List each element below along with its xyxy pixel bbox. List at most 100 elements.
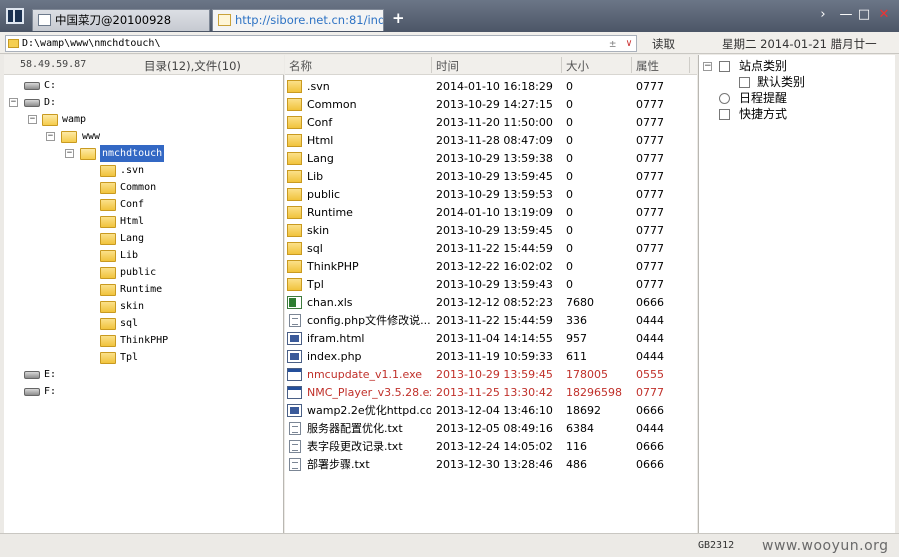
folder-icon <box>8 39 19 48</box>
tree-label: Lang <box>120 233 145 244</box>
tree-drive-c[interactable]: C: <box>4 77 284 94</box>
new-tab-button[interactable]: + <box>392 10 405 26</box>
tab-label: 中国菜刀@20100928 <box>55 13 172 27</box>
collapse-icon[interactable]: − <box>65 149 74 158</box>
file-row[interactable]: Lang 2013-10-29 13:59:38 0 0777 <box>285 150 697 168</box>
tab-home[interactable]: 中国菜刀@20100928 <box>32 9 210 31</box>
tree-folder-www[interactable]: − www <box>4 128 284 145</box>
file-name: Runtime <box>307 206 353 219</box>
drive-icon <box>24 82 40 90</box>
pin-icon[interactable]: ± <box>609 36 616 51</box>
file-row[interactable]: Lib 2013-10-29 13:59:45 0 0777 <box>285 168 697 186</box>
tree-folder-child[interactable]: Html <box>4 213 284 230</box>
file-row[interactable]: ifram.html 2013-11-04 14:14:55 957 0444 <box>285 330 697 348</box>
column-name[interactable]: 名称 <box>289 58 312 74</box>
tree-folder-child[interactable]: sql <box>4 315 284 332</box>
file-name: 表字段更改记录.txt <box>307 440 403 453</box>
collapse-icon[interactable]: − <box>28 115 37 124</box>
folder-icon <box>100 199 116 211</box>
file-attr: 0666 <box>636 404 664 417</box>
tree-label: sql <box>120 318 139 329</box>
file-row[interactable]: Runtime 2014-01-10 13:19:09 0 0777 <box>285 204 697 222</box>
file-row[interactable]: 部署步骤.txt 2013-12-30 13:28:46 486 0666 <box>285 456 697 474</box>
tree-folder-child[interactable]: public <box>4 264 284 281</box>
minimize-button[interactable]: — <box>838 8 854 22</box>
path-input[interactable]: D:\wamp\www\nmchdtouch\ ± ∨ <box>5 35 637 52</box>
tree-label: Conf <box>120 199 145 210</box>
chevron-right-icon[interactable]: › <box>815 8 831 22</box>
file-attr: 0777 <box>636 116 664 129</box>
folder-icon <box>100 318 116 330</box>
tree-label: skin <box>120 301 145 312</box>
folder-icon <box>287 278 302 291</box>
encoding-label: GB2312 <box>698 540 735 551</box>
close-button[interactable]: ✕ <box>876 8 892 22</box>
tree-folder-child[interactable]: Common <box>4 179 284 196</box>
file-name: .svn <box>307 80 330 93</box>
file-time: 2014-01-10 16:18:29 <box>436 80 553 93</box>
tree-folder-child[interactable]: Tpl <box>4 349 284 366</box>
tree-drive-f[interactable]: F: <box>4 383 284 400</box>
file-row[interactable]: nmcupdate_v1.1.exe 2013-10-29 13:59:45 178… <box>285 366 697 384</box>
file-list-pane[interactable]: 名称 时间 大小 属性 .svn 2014-01-10 16:18:29 0 0777… <box>285 55 697 533</box>
read-button[interactable]: 读取 <box>652 36 675 52</box>
tree-folder-child[interactable]: Runtime <box>4 281 284 298</box>
collapse-icon[interactable]: − <box>703 62 712 71</box>
directory-tree-pane[interactable]: 58.49.59.87 目录(12),文件(10) C: − D: − wamp… <box>4 55 284 533</box>
tree-label: public <box>120 267 157 278</box>
tree-folder-child[interactable]: ThinkPHP <box>4 332 284 349</box>
column-attr[interactable]: 属性 <box>636 58 659 74</box>
collapse-icon[interactable]: − <box>9 98 18 107</box>
drive-icon <box>24 388 40 396</box>
file-row[interactable]: Conf 2013-11-20 11:50:00 0 0777 <box>285 114 697 132</box>
file-name: Lang <box>307 152 334 165</box>
tree-folder-child[interactable]: .svn <box>4 162 284 179</box>
tree-label: Runtime <box>120 284 163 295</box>
file-row[interactable]: NMC_Player_v3.5.28.exe 2013-11-25 13:30:4… <box>285 384 697 402</box>
tree-folder-child[interactable]: Conf <box>4 196 284 213</box>
file-row[interactable]: config.php文件修改说... 2013-11-22 15:44:59 336… <box>285 312 697 330</box>
file-row[interactable]: skin 2013-10-29 13:59:45 0 0777 <box>285 222 697 240</box>
file-row[interactable]: ThinkPHP 2013-12-22 16:02:02 0 0777 <box>285 258 697 276</box>
sidebar-panel[interactable]: − 站点类别 默认类别 日程提醒 快捷方式 <box>698 55 895 533</box>
folder-icon <box>100 335 116 347</box>
tree-drive-e[interactable]: E: <box>4 366 284 383</box>
tab-active-url[interactable]: http://sibore.net.cn:81/index.... <box>212 9 384 31</box>
folder-icon <box>100 301 116 313</box>
tree-label: C: <box>44 80 57 91</box>
txt-file-icon <box>289 314 301 327</box>
maximize-button[interactable]: □ <box>856 8 872 22</box>
file-row[interactable]: wamp2.2e优化httpd.conf 2013-12-04 13:46:10 1… <box>285 402 697 420</box>
column-size[interactable]: 大小 <box>566 58 589 74</box>
file-row[interactable]: 服务器配置优化.txt 2013-12-05 08:49:16 6384 0444 <box>285 420 697 438</box>
tree-folder-wamp[interactable]: − wamp <box>4 111 284 128</box>
file-row[interactable]: public 2013-10-29 13:59:53 0 0777 <box>285 186 697 204</box>
file-time: 2013-11-19 10:59:33 <box>436 350 553 363</box>
file-time: 2013-11-04 14:14:55 <box>436 332 553 345</box>
tree-folder-child[interactable]: Lib <box>4 247 284 264</box>
tree-drive-d[interactable]: − D: <box>4 94 284 111</box>
file-row[interactable]: Common 2013-10-29 14:27:15 0 0777 <box>285 96 697 114</box>
collapse-icon[interactable]: − <box>46 132 55 141</box>
tree-folder-child[interactable]: skin <box>4 298 284 315</box>
chevron-down-icon[interactable]: ∨ <box>626 36 632 51</box>
file-row[interactable]: .svn 2014-01-10 16:18:29 0 0777 <box>285 78 697 96</box>
file-row[interactable]: chan.xls 2013-12-12 08:52:23 7680 0666 <box>285 294 697 312</box>
file-row[interactable]: Tpl 2013-10-29 13:59:43 0 0777 <box>285 276 697 294</box>
tree-label: E: <box>44 369 57 380</box>
file-name: 服务器配置优化.txt <box>307 422 403 435</box>
file-attr: 0444 <box>636 314 664 327</box>
tree-folder-selected[interactable]: − nmchdtouch <box>4 145 284 162</box>
title-bar: 中国菜刀@20100928 http://sibore.net.cn:81/in… <box>0 0 899 32</box>
file-row[interactable]: sql 2013-11-22 15:44:59 0 0777 <box>285 240 697 258</box>
tree-folder-child[interactable]: Lang <box>4 230 284 247</box>
file-size: 18692 <box>566 404 601 417</box>
file-row[interactable]: index.php 2013-11-19 10:59:33 611 0444 <box>285 348 697 366</box>
txt-file-icon <box>289 458 301 471</box>
file-name: NMC_Player_v3.5.28.exe <box>307 386 431 399</box>
file-size: 611 <box>566 350 587 363</box>
file-row[interactable]: 表字段更改记录.txt 2013-12-24 14:05:02 116 0666 <box>285 438 697 456</box>
column-time[interactable]: 时间 <box>436 58 459 74</box>
file-time: 2013-12-24 14:05:02 <box>436 440 553 453</box>
file-row[interactable]: Html 2013-11-28 08:47:09 0 0777 <box>285 132 697 150</box>
